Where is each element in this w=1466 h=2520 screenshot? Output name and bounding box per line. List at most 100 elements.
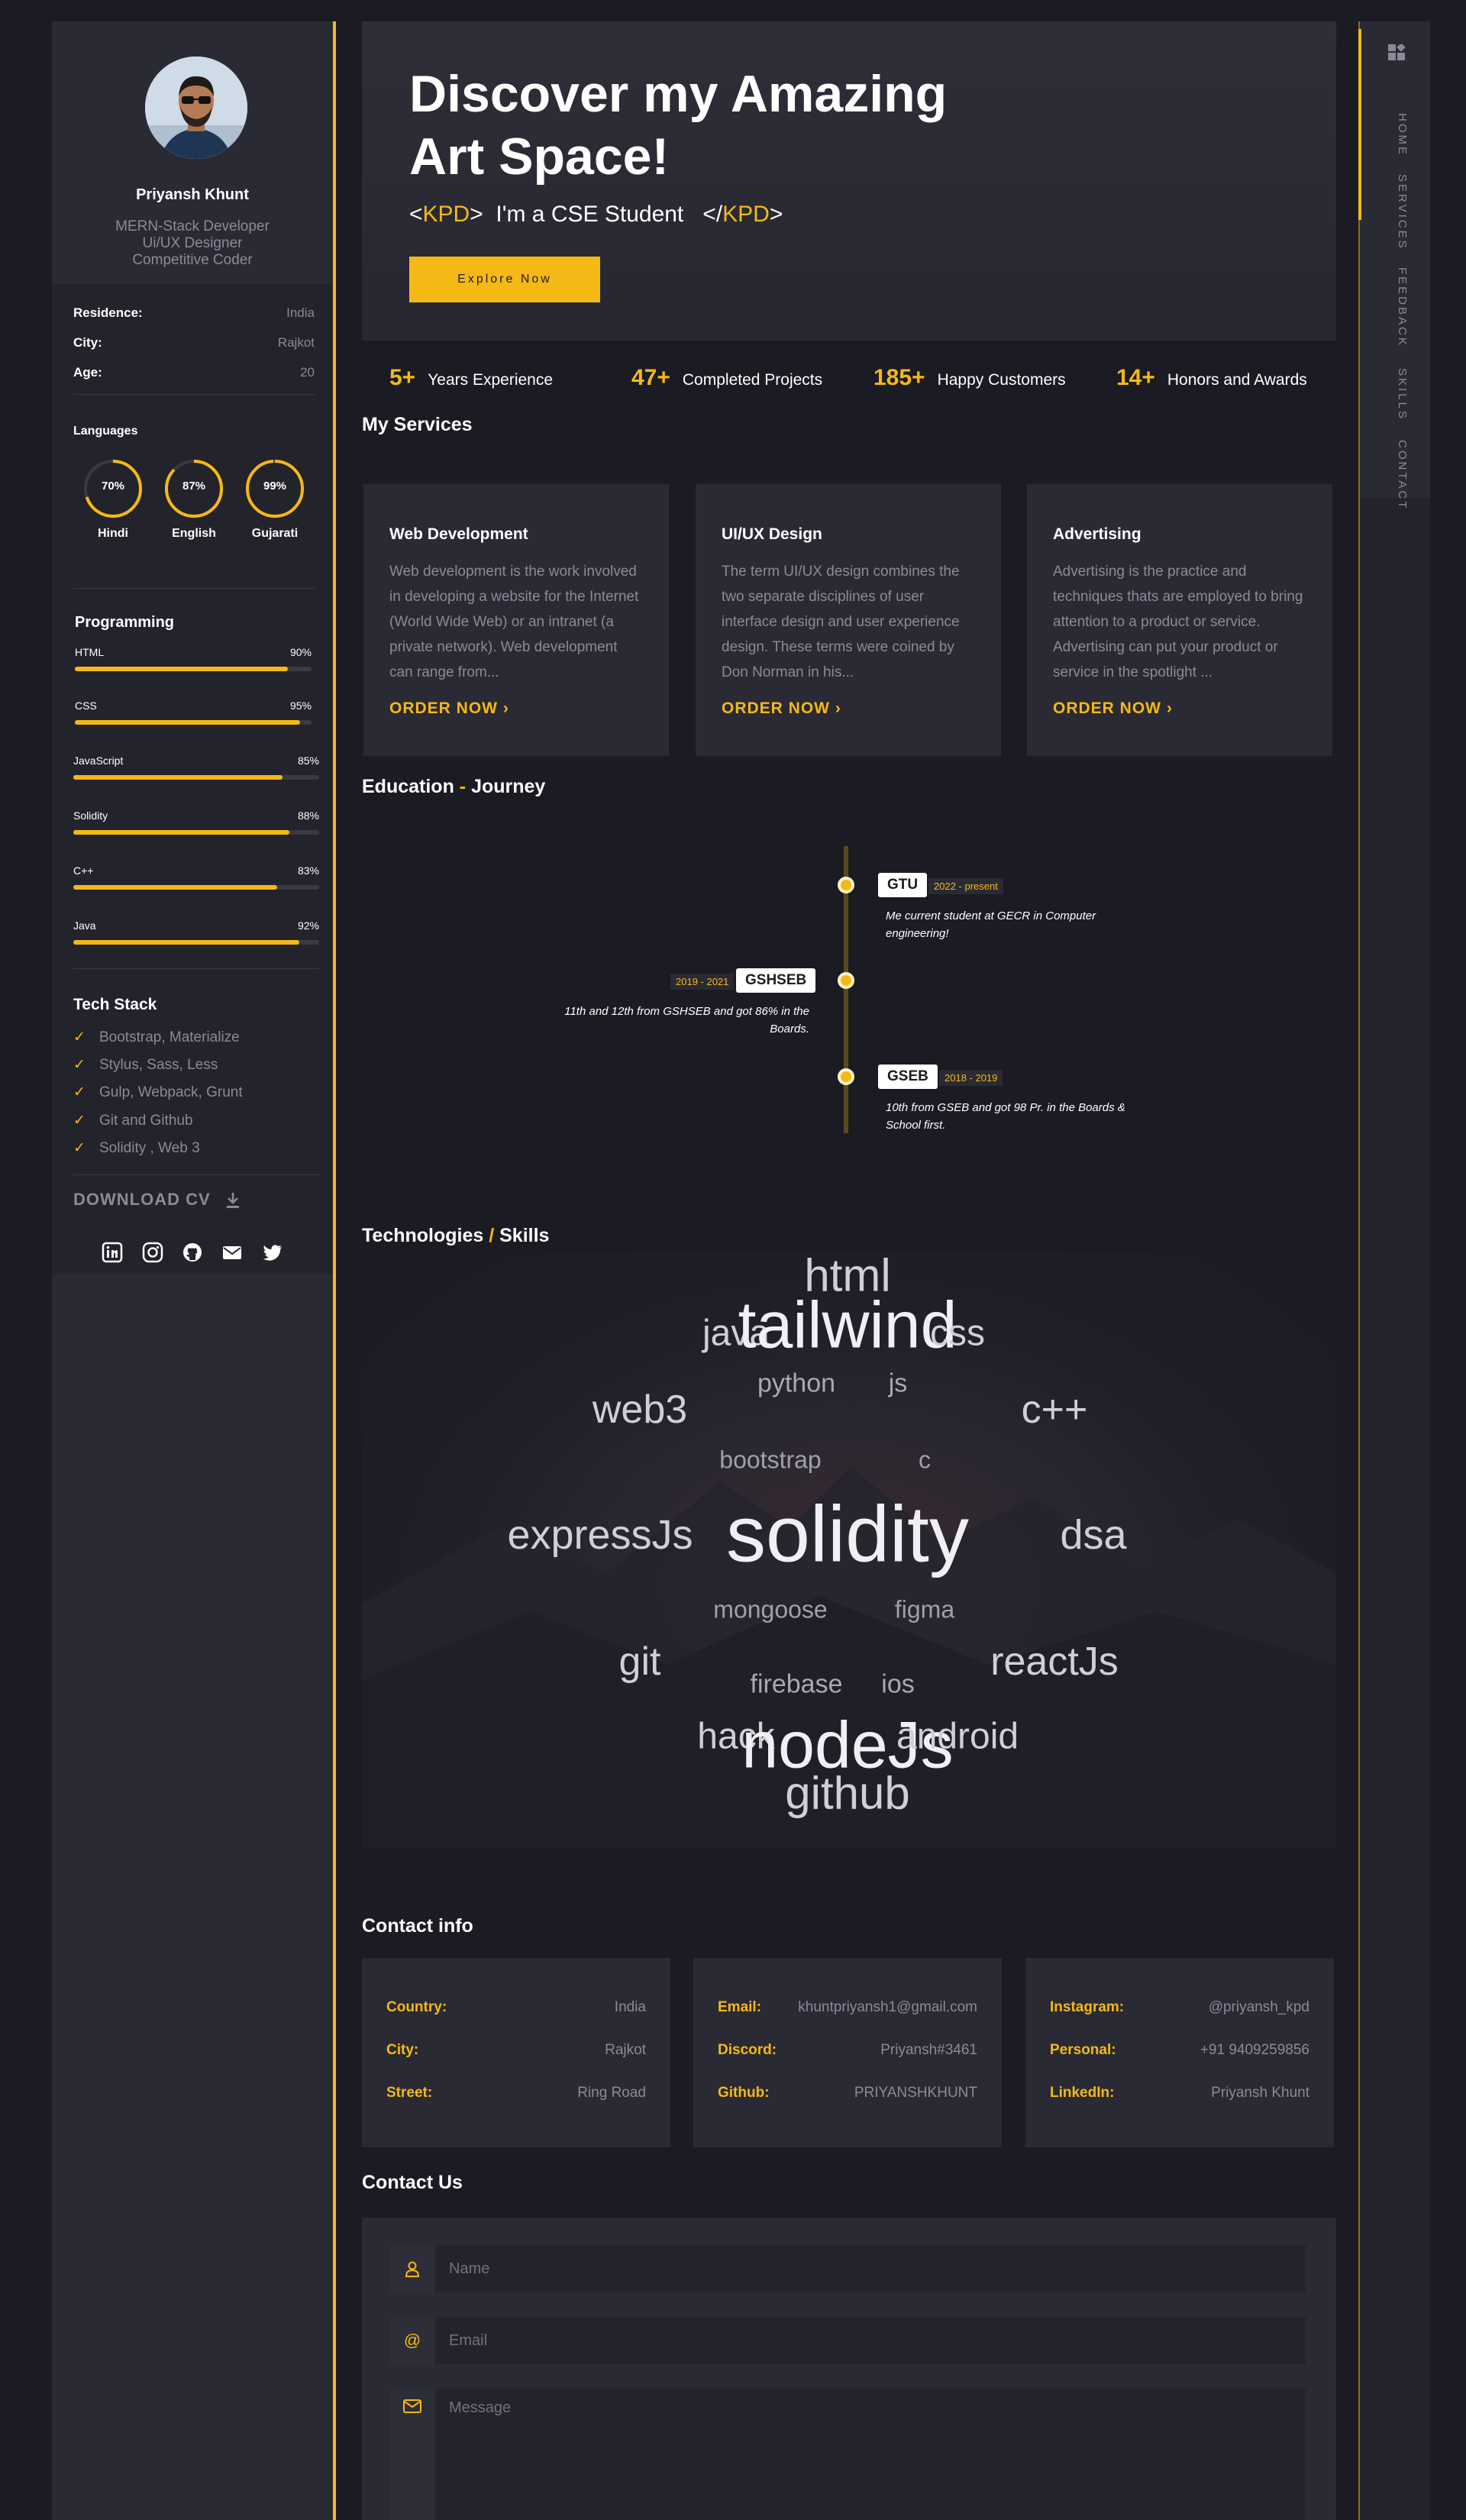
sidebar: Priyansh Khunt MERN-Stack Developer Ui/U… [52, 21, 336, 2520]
skill-percent: 95% [289, 699, 312, 712]
contact-value[interactable]: PRIYANSHKHUNT [854, 2085, 977, 2102]
check-icon: ✓ [73, 1140, 86, 1156]
skill-word: github [785, 1767, 910, 1819]
skill-name: HTML [75, 646, 105, 658]
stat-awards: 14+ Honors and Awards [1116, 365, 1307, 391]
code-tag: < [409, 202, 423, 227]
stat-projects: 47+ Completed Projects [631, 365, 822, 391]
info-value: 20 [300, 365, 315, 380]
contact-key: Discord: [718, 2042, 777, 2058]
avatar [142, 53, 250, 162]
skill-bar-fill [73, 775, 283, 780]
service-card-web: Web Development Web development is the w… [363, 484, 669, 756]
contact-card-location: Country: India City: Rajkot Street: Ring Ro… [362, 1958, 670, 2147]
tech-stack-label: Solidity , Web 3 [99, 1140, 200, 1156]
language-name: English [172, 527, 216, 540]
skill-name: JavaScript [73, 754, 124, 767]
education-title-text: Journey [471, 776, 546, 797]
order-now-link[interactable]: ORDER NOW › [389, 699, 509, 718]
skill-bar-fill [73, 830, 290, 835]
timeline-year: 2022 - present [928, 878, 1003, 894]
timeline-year: 2018 - 2019 [939, 1070, 1003, 1086]
stat-value: 14+ [1116, 365, 1155, 390]
hero-title: Discover my Amazing Art Space! [409, 63, 947, 188]
profile-card: Priyansh Khunt MERN-Stack Developer Ui/U… [52, 21, 333, 284]
contact-info-title: Contact info [362, 1915, 473, 1937]
divider [73, 394, 315, 395]
download-cv-label: DOWNLOAD CV [73, 1190, 211, 1209]
github-icon[interactable] [182, 1242, 203, 1263]
name-input[interactable] [435, 2245, 1306, 2292]
contact-value[interactable]: Priyansh Khunt [1211, 2085, 1309, 2102]
programming-title: Programming [75, 614, 175, 631]
nav-feedback[interactable]: FEEDBACK [1396, 267, 1409, 347]
check-icon: ✓ [73, 1084, 86, 1100]
contact-value[interactable]: @priyansh_kpd [1209, 1999, 1309, 2016]
skill-word: bootstrap [719, 1446, 822, 1474]
timeline-text: 10th from GSEB and got 98 Pr. in the Boa… [886, 1101, 1125, 1132]
contact-value: Priyansh#3461 [880, 2042, 977, 2058]
download-cv-button[interactable]: DOWNLOAD CV [73, 1190, 241, 1210]
email-input[interactable] [435, 2317, 1306, 2364]
nav-contact[interactable]: CONTACT [1396, 440, 1409, 510]
contact-value[interactable]: khuntpriyansh1@gmail.com [798, 1999, 977, 2016]
skill-word: web3 [592, 1388, 688, 1432]
skill-word: figma [894, 1595, 955, 1623]
education-title: Education - Journey [362, 776, 545, 798]
tech-stack-label: Git and Github [99, 1113, 193, 1129]
timeline-year: 2019 - 2021 [670, 974, 735, 990]
skill-percent: 85% [297, 754, 319, 767]
order-now-link[interactable]: ORDER NOW › [722, 699, 841, 718]
info-label: Residence: [73, 305, 143, 320]
divider [73, 588, 315, 589]
service-title: UI/UX Design [722, 525, 822, 543]
order-now-label: ORDER NOW [722, 699, 830, 717]
hero-title-line: Art Space! [409, 128, 670, 186]
info-label: City: [73, 335, 102, 350]
profile-name: Priyansh Khunt [136, 186, 249, 203]
nav-skills[interactable]: SKILLS [1396, 368, 1409, 421]
order-now-label: ORDER NOW [389, 699, 498, 717]
tech-stack-item: ✓ Bootstrap, Materialize [73, 1029, 240, 1046]
skill-word: tailwind [738, 1288, 957, 1362]
message-input[interactable] [435, 2389, 1306, 2520]
menu-grid-icon[interactable] [1386, 44, 1407, 66]
timeline-badge: GTU [878, 873, 928, 897]
info-value: India [286, 305, 315, 320]
timeline-dot [838, 877, 854, 893]
language-english: 87% English [163, 458, 224, 541]
service-card-uiux: UI/UX Design The term UI/UX design combi… [696, 484, 1001, 756]
services-title: My Services [362, 414, 473, 435]
skill-word: dsa [1060, 1512, 1127, 1558]
skill-percent: 83% [297, 864, 319, 877]
skill-word: solidity [726, 1490, 969, 1579]
skill-bar [73, 940, 319, 945]
linkedin-icon[interactable] [102, 1242, 123, 1263]
contact-key: City: [386, 2042, 419, 2058]
tech-stack-item: ✓ Stylus, Sass, Less [73, 1056, 218, 1074]
timeline-badge: GSEB [878, 1065, 938, 1089]
twitter-icon[interactable] [262, 1242, 283, 1263]
nav-home[interactable]: HOME [1396, 113, 1409, 157]
contact-key: Instagram: [1050, 1999, 1125, 2015]
timeline-text: 11th and 12th from GSHSEB and got 86% in… [564, 1005, 809, 1035]
stat-label: Years Experience [428, 371, 554, 389]
order-now-link[interactable]: ORDER NOW › [1053, 699, 1173, 718]
skill-percent: 90% [289, 646, 312, 658]
skill-word: c [919, 1446, 931, 1474]
service-title: Advertising [1053, 525, 1141, 543]
language-percent: 87% [182, 480, 206, 493]
nav-services[interactable]: SERVICES [1396, 174, 1409, 250]
tech-stack-item: ✓ Solidity , Web 3 [73, 1139, 200, 1157]
skill-bar [73, 885, 319, 890]
divider [73, 1174, 319, 1175]
skill-word: mongoose [713, 1595, 828, 1623]
explore-now-button[interactable]: Explore Now [409, 257, 600, 302]
email-icon[interactable] [221, 1242, 243, 1263]
tech-stack-item: ✓ Git and Github [73, 1112, 193, 1129]
skill-name: Java [73, 919, 96, 932]
skill-word: python [757, 1368, 836, 1398]
skills-title-text: Technologies [362, 1225, 484, 1246]
language-percent: 99% [263, 480, 287, 493]
instagram-icon[interactable] [142, 1242, 163, 1263]
